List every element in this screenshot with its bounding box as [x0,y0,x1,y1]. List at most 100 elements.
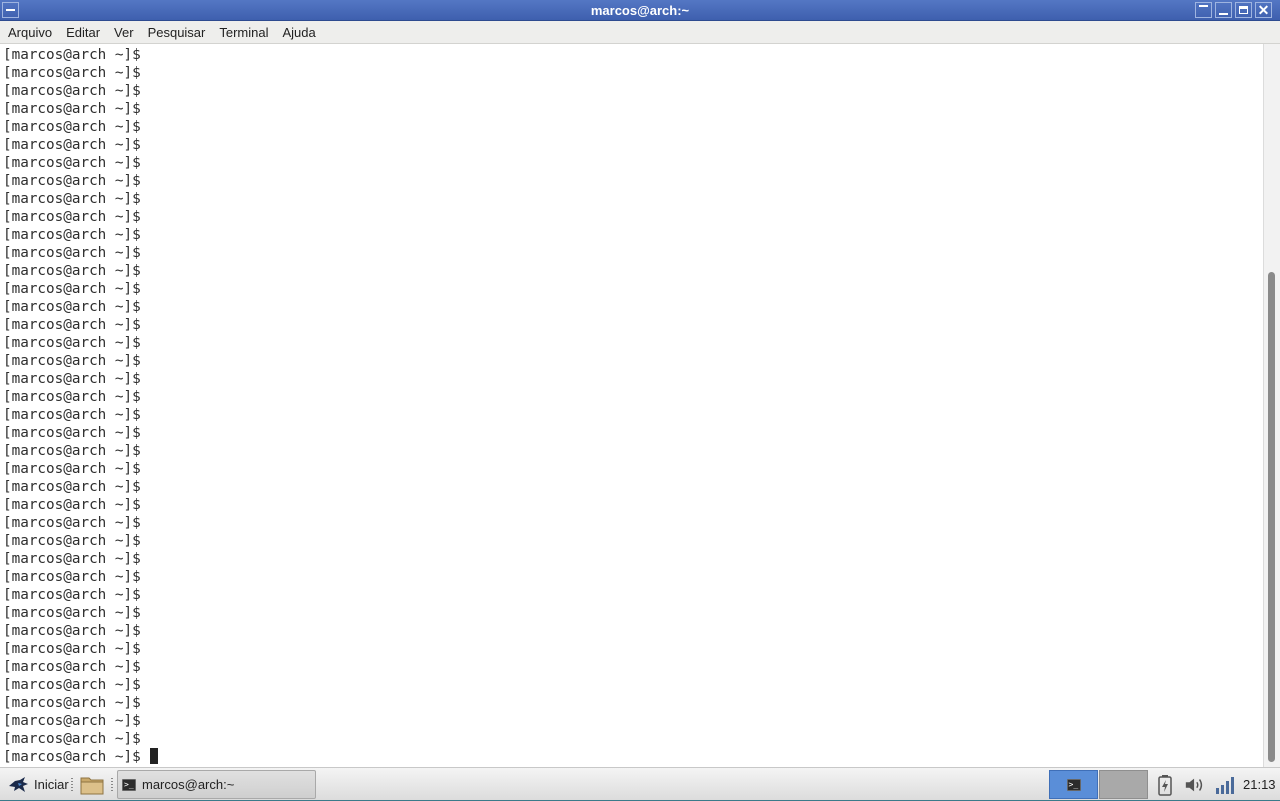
prompt-text: [marcos@arch ~]$ [3,641,141,657]
prompt-text: [marcos@arch ~]$ [3,47,141,63]
prompt-text: [marcos@arch ~]$ [3,533,141,549]
taskbar-separator [71,778,73,792]
minimize-icon [1219,13,1228,15]
menu-editar[interactable]: Editar [59,21,107,44]
clock: 21:13 [1243,777,1276,792]
network-signal-icon[interactable] [1214,774,1236,796]
prompt-text: [marcos@arch ~]$ [3,425,141,441]
terminal-output[interactable]: [marcos@arch ~]$ [marcos@arch ~]$ [marcos@… [0,44,1263,767]
menu-ajuda[interactable]: Ajuda [276,21,323,44]
prompt-text: [marcos@arch ~]$ [3,155,141,171]
task-button-terminal[interactable]: >_ marcos@arch:~ [117,770,316,799]
terminal-lines: [marcos@arch ~]$ [marcos@arch ~]$ [marcos@… [3,46,158,766]
prompt-text: [marcos@arch ~]$ [3,353,141,369]
terminal-line: [marcos@arch ~]$ [3,46,158,64]
prompt-text: [marcos@arch ~]$ [3,137,141,153]
prompt-text: [marcos@arch ~]$ [3,299,141,315]
prompt-text: [marcos@arch ~]$ [3,677,141,693]
prompt-text: [marcos@arch ~]$ [3,695,141,711]
terminal-line: [marcos@arch ~]$ [3,154,158,172]
menu-ver[interactable]: Ver [107,21,141,44]
terminal-line: [marcos@arch ~]$ [3,622,158,640]
prompt-text: [marcos@arch ~]$ [3,749,141,765]
volume-icon[interactable] [1184,774,1206,796]
prompt-text: [marcos@arch ~]$ [3,119,141,135]
terminal-line: [marcos@arch ~]$ [3,388,158,406]
terminal-line: [marcos@arch ~]$ [3,226,158,244]
taskbar-separator [111,778,113,792]
prompt-text: [marcos@arch ~]$ [3,83,141,99]
prompt-text: [marcos@arch ~]$ [3,659,141,675]
minimize-button[interactable] [1215,2,1232,18]
prompt-text: [marcos@arch ~]$ [3,623,141,639]
prompt-text: [marcos@arch ~]$ [3,245,141,261]
prompt-text: [marcos@arch ~]$ [3,335,141,351]
terminal-line: [marcos@arch ~]$ [3,496,158,514]
prompt-text: [marcos@arch ~]$ [3,461,141,477]
prompt-text: [marcos@arch ~]$ [3,191,141,207]
terminal-line: [marcos@arch ~]$ [3,118,158,136]
terminal-line: [marcos@arch ~]$ [3,424,158,442]
prompt-text: [marcos@arch ~]$ [3,263,141,279]
menu-arquivo[interactable]: Arquivo [1,21,59,44]
close-icon: ✕ [1257,2,1270,18]
battery-charging-icon[interactable] [1154,774,1176,796]
file-manager-launcher[interactable] [78,772,106,798]
prompt-text: [marcos@arch ~]$ [3,713,141,729]
terminal-line: [marcos@arch ~]$ [3,586,158,604]
menu-terminal[interactable]: Terminal [212,21,275,44]
taskbar: Iniciar >_ marcos@arch:~ >_ 21:13 [0,767,1280,800]
prompt-text: [marcos@arch ~]$ [3,407,141,423]
terminal-line: [marcos@arch ~]$ [3,100,158,118]
start-label: Iniciar [34,777,69,792]
shade-icon [1199,5,1208,7]
scrollbar-thumb[interactable] [1268,272,1275,762]
terminal-line: [marcos@arch ~]$ [3,532,158,550]
terminal-icon: >_ [1066,778,1081,791]
terminal-line: [marcos@arch ~]$ [3,334,158,352]
terminal-line: [marcos@arch ~]$ [3,262,158,280]
terminal-scrollbar[interactable] [1263,44,1280,767]
terminal-line: [marcos@arch ~]$ [3,316,158,334]
terminal-line: [marcos@arch ~]$ [3,352,158,370]
prompt-text: [marcos@arch ~]$ [3,173,141,189]
prompt-text: [marcos@arch ~]$ [3,371,141,387]
terminal-window: marcos@arch:~ ✕ Arquivo Editar Ver Pesqu… [0,0,1280,767]
terminal-line: [marcos@arch ~]$ [3,82,158,100]
terminal-line: [marcos@arch ~]$ [3,640,158,658]
terminal-line: [marcos@arch ~]$ [3,730,158,748]
terminal-line: [marcos@arch ~]$ [3,280,158,298]
prompt-text: [marcos@arch ~]$ [3,281,141,297]
prompt-text: [marcos@arch ~]$ [3,605,141,621]
prompt-text: [marcos@arch ~]$ [3,479,141,495]
maximize-icon [1239,6,1248,14]
menu-pesquisar[interactable]: Pesquisar [141,21,213,44]
title-bar[interactable]: marcos@arch:~ ✕ [0,0,1280,21]
text-cursor [149,748,158,764]
workspace-2[interactable] [1099,770,1148,799]
terminal-line: [marcos@arch ~]$ [3,676,158,694]
terminal-line: [marcos@arch ~]$ [3,514,158,532]
folder-icon [80,777,104,795]
prompt-text: [marcos@arch ~]$ [3,731,141,747]
prompt-text: [marcos@arch ~]$ [3,497,141,513]
prompt-text: [marcos@arch ~]$ [3,227,141,243]
workspace-1[interactable]: >_ [1049,770,1098,799]
terminal-icon: >_ [122,778,136,791]
terminal-line: [marcos@arch ~]$ [3,694,158,712]
close-button[interactable]: ✕ [1255,2,1272,18]
start-button[interactable]: Iniciar [2,771,73,798]
shade-button[interactable] [1195,2,1212,18]
prompt-text: [marcos@arch ~]$ [3,569,141,585]
prompt-text: [marcos@arch ~]$ [3,65,141,81]
terminal-line: [marcos@arch ~]$ [3,370,158,388]
prompt-text: [marcos@arch ~]$ [3,587,141,603]
terminal-line: [marcos@arch ~]$ [3,190,158,208]
prompt-text: [marcos@arch ~]$ [3,443,141,459]
maximize-button[interactable] [1235,2,1252,18]
terminal-line: [marcos@arch ~]$ [3,172,158,190]
prompt-text: [marcos@arch ~]$ [3,317,141,333]
prompt-text: [marcos@arch ~]$ [3,101,141,117]
terminal-line: [marcos@arch ~]$ [3,550,158,568]
window-title: marcos@arch:~ [590,3,690,18]
